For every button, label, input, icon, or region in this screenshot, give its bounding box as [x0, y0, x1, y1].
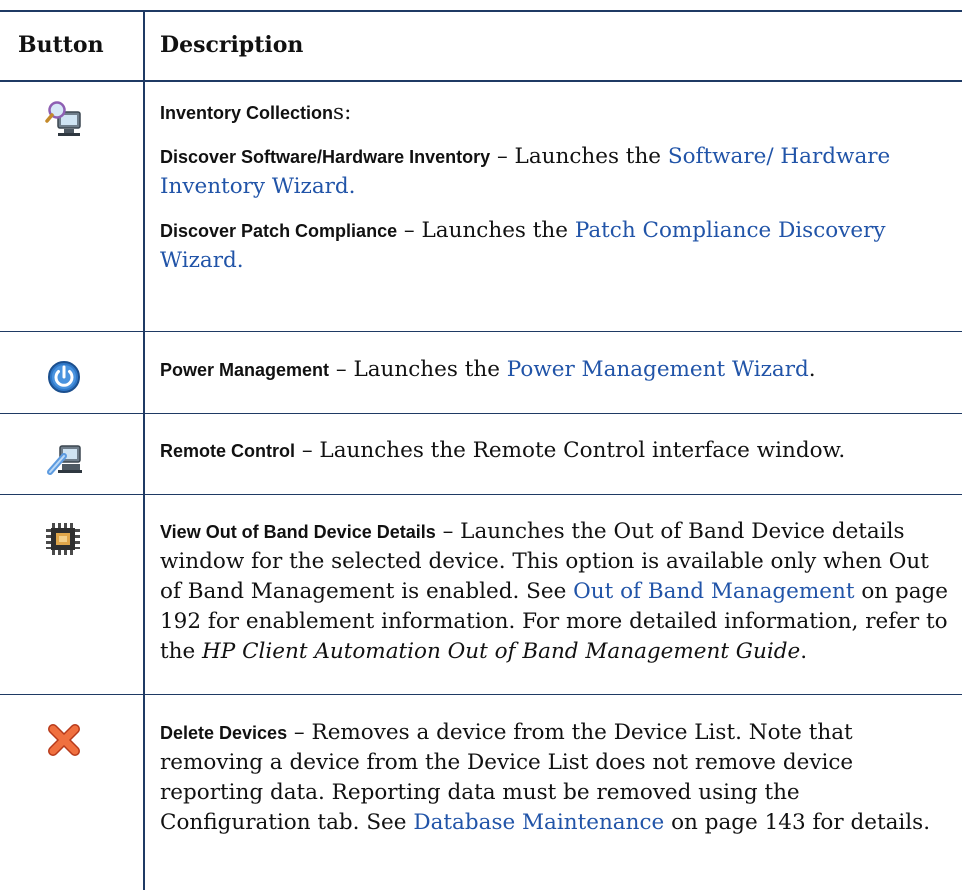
header-rule [0, 80, 962, 82]
row-divider [0, 413, 962, 414]
out-of-band-end: . [800, 639, 808, 664]
header-button: Button [18, 32, 104, 58]
power-wizard-link[interactable]: Power Management Wizard [507, 357, 809, 382]
discover-sw-hw-label: Discover Software/Hardware Inventory [160, 147, 491, 167]
column-divider [143, 10, 145, 890]
power-management-label: Power Management [160, 360, 330, 380]
out-of-band-guide-title: HP Client Automation Out of Band Managem… [202, 639, 801, 664]
row-divider [0, 331, 962, 332]
discover-patch-text: – Launches the [397, 218, 575, 243]
row-power-management: Power Management – Launches the Power Ma… [160, 355, 955, 385]
row-divider [0, 694, 962, 695]
out-of-band-label: View Out of Band Device Details [160, 522, 436, 542]
row-delete-devices: Delete Devices – Removes a device from t… [160, 718, 955, 838]
inventory-title: Inventory Collection [160, 103, 334, 123]
power-management-end: . [808, 357, 816, 382]
row-divider [0, 494, 962, 495]
database-maintenance-link[interactable]: Database Maintenance [413, 810, 664, 835]
power-management-text: – Launches the [329, 357, 507, 382]
delete-x-icon[interactable] [44, 720, 84, 760]
discover-sw-hw-text: – Launches the [490, 144, 668, 169]
header-description: Description [160, 32, 304, 58]
row-out-of-band: View Out of Band Device Details – Launch… [160, 517, 955, 667]
power-management-icon[interactable] [44, 357, 84, 397]
discover-patch-label: Discover Patch Compliance [160, 221, 398, 241]
inventory-title-suffix: s: [333, 100, 352, 125]
remote-control-label: Remote Control [160, 441, 295, 461]
row-remote-control: Remote Control – Launches the Remote Con… [160, 436, 955, 466]
delete-devices-text2: on page 143 for details. [664, 810, 931, 835]
remote-control-text: – Launches the Remote Control interface … [295, 438, 846, 463]
out-of-band-chip-icon[interactable] [44, 519, 84, 559]
out-of-band-link[interactable]: Out of Band Management [573, 579, 854, 604]
row-inventory-collections: Inventory Collections: Discover Software… [160, 98, 955, 290]
remote-control-icon[interactable] [44, 438, 84, 478]
inventory-collections-icon[interactable] [44, 98, 84, 138]
delete-devices-label: Delete Devices [160, 723, 288, 743]
